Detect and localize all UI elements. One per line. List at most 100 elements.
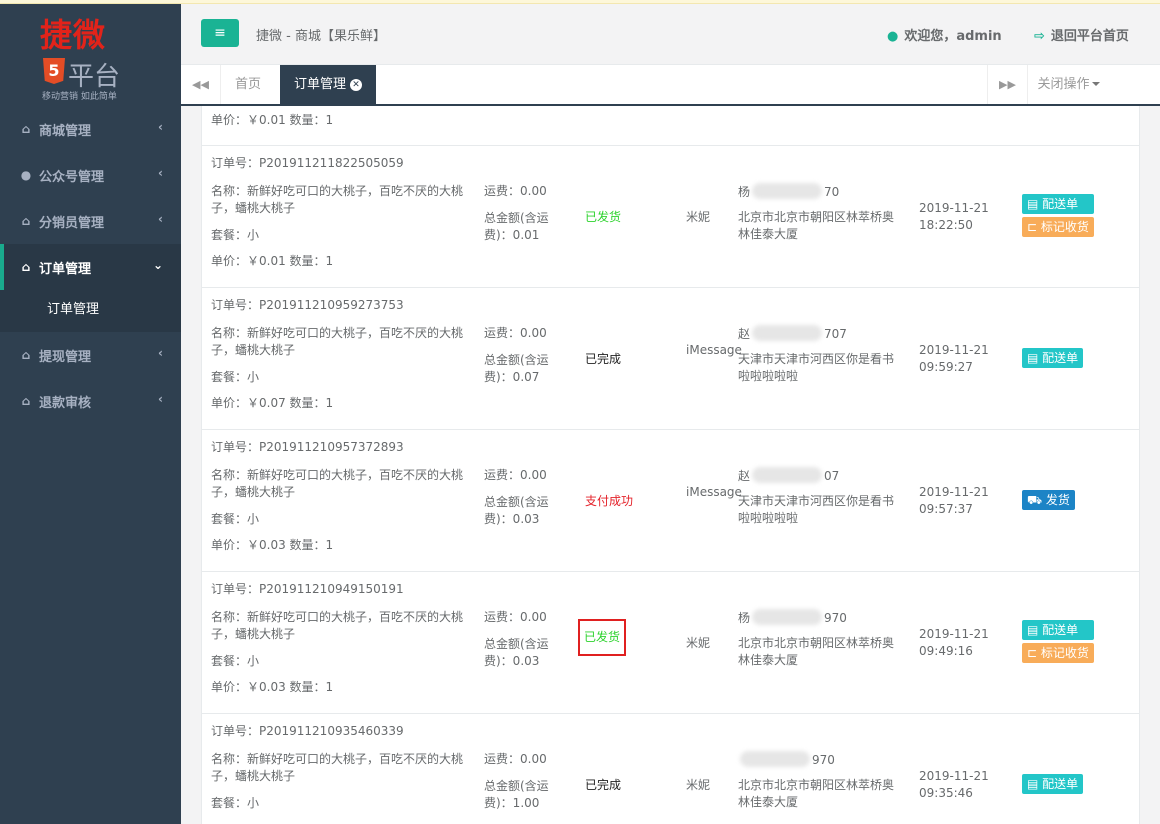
buyer-name: 米妮 — [686, 778, 711, 792]
order-list-area: 单价：￥0.01 数量：1 订单号：P201911211822505059 名称… — [181, 106, 1160, 824]
redacted-blur — [752, 467, 823, 483]
sidebar-item-label: 退款审核 — [39, 395, 92, 411]
total-amount: 总金额(含运费)：0.07 — [484, 353, 549, 384]
buyer-name: 米妮 — [686, 210, 711, 224]
status-badge: 已发货 — [585, 210, 622, 224]
unit-price: 单价：￥0.07 数量：1 — [211, 396, 334, 410]
back-label: 退回平台首页 — [1050, 29, 1129, 44]
order-table: 单价：￥0.01 数量：1 订单号：P201911211822505059 名称… — [201, 106, 1140, 824]
ship-label: 发货 — [1045, 493, 1070, 507]
mark-received-label: 标记收货 — [1040, 220, 1089, 234]
sidebar-item-orders[interactable]: ⌂ 订单管理 ⌄ — [0, 244, 181, 290]
package: 套餐：小 — [211, 512, 260, 526]
close-icon[interactable]: ✕ — [350, 79, 363, 91]
tab-scroll-right-button[interactable]: ▶▶ — [987, 65, 1027, 104]
sign-out-icon: ⇨ — [1034, 29, 1045, 44]
chevron-left-icon: ‹ — [158, 166, 163, 180]
buyer-name: iMessage — [686, 343, 742, 357]
tab-bar: ◀◀ 首页 订单管理 ✕ ▶▶ 关闭操作 — [181, 65, 1160, 106]
sidebar-item-label: 分销员管理 — [39, 215, 105, 231]
address: 天津市天津市河西区你是看书啦啦啦啦啦 — [738, 352, 895, 383]
product-name: 名称：新鲜好吃可口的大桃子，百吃不厌的大桃子，蟠桃大桃子 — [211, 752, 464, 783]
delivery-note-button[interactable]: ▤ 配送单 — [1022, 194, 1094, 214]
unit-price: 单价：￥0.03 数量：1 — [211, 538, 334, 552]
back-to-platform-link[interactable]: ⇨ 退回平台首页 — [1034, 25, 1129, 44]
sidebar-item-mall[interactable]: ⌂ 商城管理 ‹ — [0, 106, 181, 152]
order-number: 订单号：P201911211822505059 — [211, 156, 404, 170]
order-time: 2019-11-21 09:57:37 — [919, 485, 989, 516]
sidebar-item-withdraw[interactable]: ⌂ 提现管理 ‹ — [0, 332, 181, 378]
sidebar-item-distributor[interactable]: ⌂ 分销员管理 ‹ — [0, 198, 181, 244]
chevron-left-icon: ‹ — [158, 212, 163, 226]
table-row: 订单号：P201911211822505059 名称：新鲜好吃可口的大桃子，百吃… — [202, 146, 1139, 288]
sidebar-item-label: 订单管理 — [39, 261, 92, 277]
product-name: 名称：新鲜好吃可口的大桃子，百吃不厌的大桃子，蟠桃大桃子 — [211, 184, 464, 215]
welcome-text: ● 欢迎您，admin — [887, 25, 1002, 44]
row-actions: ▤ 配送单 — [1022, 774, 1084, 797]
mark-received-button[interactable]: ⊏ 标记收货 — [1022, 643, 1094, 663]
delivery-note-button[interactable]: ▤ 配送单 — [1022, 774, 1084, 794]
delivery-note-button[interactable]: ▤ 配送单 — [1022, 620, 1094, 640]
sidebar-subitem-orders[interactable]: 订单管理 — [0, 290, 181, 332]
row-actions: ▤ 配送单 ⊏ 标记收货 — [1022, 194, 1094, 240]
contact-phone: 杨 970 — [738, 609, 847, 627]
chevron-left-icon: ‹ — [158, 346, 163, 360]
sidebar-item-label: 商城管理 — [39, 123, 92, 139]
order-number: 订单号：P201911210935460339 — [211, 724, 404, 738]
redacted-blur — [752, 325, 823, 341]
address: 北京市北京市朝阳区林萃桥奥林佳泰大厦 — [738, 778, 895, 809]
table-row: 订单号：P201911210957372893 名称：新鲜好吃可口的大桃子，百吃… — [202, 430, 1139, 572]
sidebar-item-label: 公众号管理 — [39, 169, 105, 185]
total-amount: 总金额(含运费)：0.03 — [484, 637, 549, 668]
mark-received-button[interactable]: ⊏ 标记收货 — [1022, 217, 1094, 237]
address: 北京市北京市朝阳区林萃桥奥林佳泰大厦 — [738, 636, 895, 667]
home-icon: ⌂ — [21, 394, 31, 408]
comments-icon: ● — [20, 168, 32, 182]
order-time: 2019-11-21 09:59:27 — [919, 343, 989, 374]
contact-phone: 赵 707 — [738, 325, 847, 343]
buyer-name: 米妮 — [686, 636, 711, 650]
address: 北京市北京市朝阳区林萃桥奥林佳泰大厦 — [738, 210, 895, 241]
sidebar: 捷微 5 平台 移动营销 如此简单 ⌂ 商城管理 ‹ ● 公众号管理 ‹ ⌂ 分… — [0, 4, 181, 824]
total-amount: 总金额(含运费)：0.01 — [484, 211, 549, 242]
delivery-note-button[interactable]: ▤ 配送单 — [1022, 348, 1084, 368]
row-actions: ▤ 配送单 — [1022, 348, 1084, 371]
buyer-name: iMessage — [686, 485, 742, 499]
unit-price: 单价：￥0.01 数量：1 — [211, 113, 334, 127]
tab-scroll-left-button[interactable]: ◀◀ — [181, 65, 221, 104]
shipping-fee: 运费：0.00 — [484, 326, 547, 340]
ship-button[interactable]: ⛟ 发货 — [1022, 490, 1075, 510]
contact-phone: 杨 70 — [738, 183, 839, 201]
close-operations-dropdown[interactable]: 关闭操作 — [1027, 65, 1109, 104]
contact-prefix: 杨 — [738, 185, 751, 199]
delivery-note-label: 配送单 — [1042, 623, 1079, 637]
row-actions: ▤ 配送单 ⊏ 标记收货 — [1022, 620, 1094, 666]
contact-phone: 970 — [738, 751, 835, 769]
shipping-fee: 运费：0.00 — [484, 468, 547, 482]
tab-orders-label: 订单管理 — [294, 77, 347, 92]
user-icon: ● — [887, 29, 899, 44]
package: 套餐：小 — [211, 370, 260, 384]
order-time: 2019-11-21 09:49:16 — [919, 627, 989, 658]
table-row: 订单号：P201911210935460339 名称：新鲜好吃可口的大桃子，百吃… — [202, 714, 1139, 824]
logo: 捷微 5 平台 移动营销 如此简单 — [0, 4, 181, 106]
tab-home[interactable]: 首页 — [221, 65, 275, 104]
logo-title: 捷微 — [40, 16, 107, 54]
sidebar-item-wechat[interactable]: ● 公众号管理 ‹ — [0, 152, 181, 198]
tab-orders[interactable]: 订单管理 ✕ — [280, 65, 377, 104]
menu-toggle-button[interactable]: ≡ — [201, 19, 239, 47]
address: 天津市天津市河西区你是看书啦啦啦啦啦 — [738, 494, 895, 525]
total-amount: 总金额(含运费)：0.03 — [484, 495, 549, 526]
home-icon: ⌂ — [21, 214, 31, 228]
contact-prefix: 赵 — [738, 327, 751, 341]
package: 套餐：小 — [211, 796, 260, 810]
site-title: 捷微 - 商城【果乐鲜】 — [256, 29, 386, 44]
redacted-blur — [752, 609, 823, 625]
logo-subtitle: 平台 — [68, 62, 121, 92]
home-icon: ⌂ — [21, 348, 31, 362]
sidebar-item-refund[interactable]: ⌂ 退款审核 ‹ — [0, 378, 181, 424]
html5-badge-icon: 5 — [43, 58, 65, 84]
mark-received-label: 标记收货 — [1040, 646, 1089, 660]
shipping-fee: 运费：0.00 — [484, 184, 547, 198]
status-badge: 已完成 — [585, 778, 622, 792]
